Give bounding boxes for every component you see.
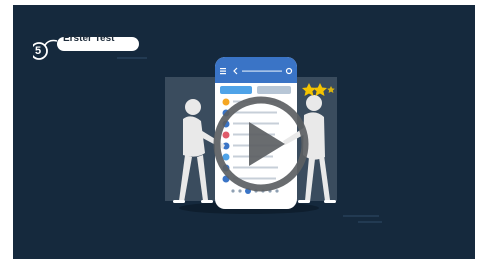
step-number: 5 (34, 45, 42, 57)
play-icon[interactable] (211, 94, 311, 194)
decor-line (358, 221, 382, 223)
hamburger-icon (220, 68, 226, 75)
decor-line (343, 215, 379, 217)
step-title: Erster Test (63, 33, 115, 44)
page-margin (0, 0, 13, 261)
play-button[interactable] (211, 94, 311, 194)
video-player[interactable]: 5 Erster Test (13, 5, 475, 259)
